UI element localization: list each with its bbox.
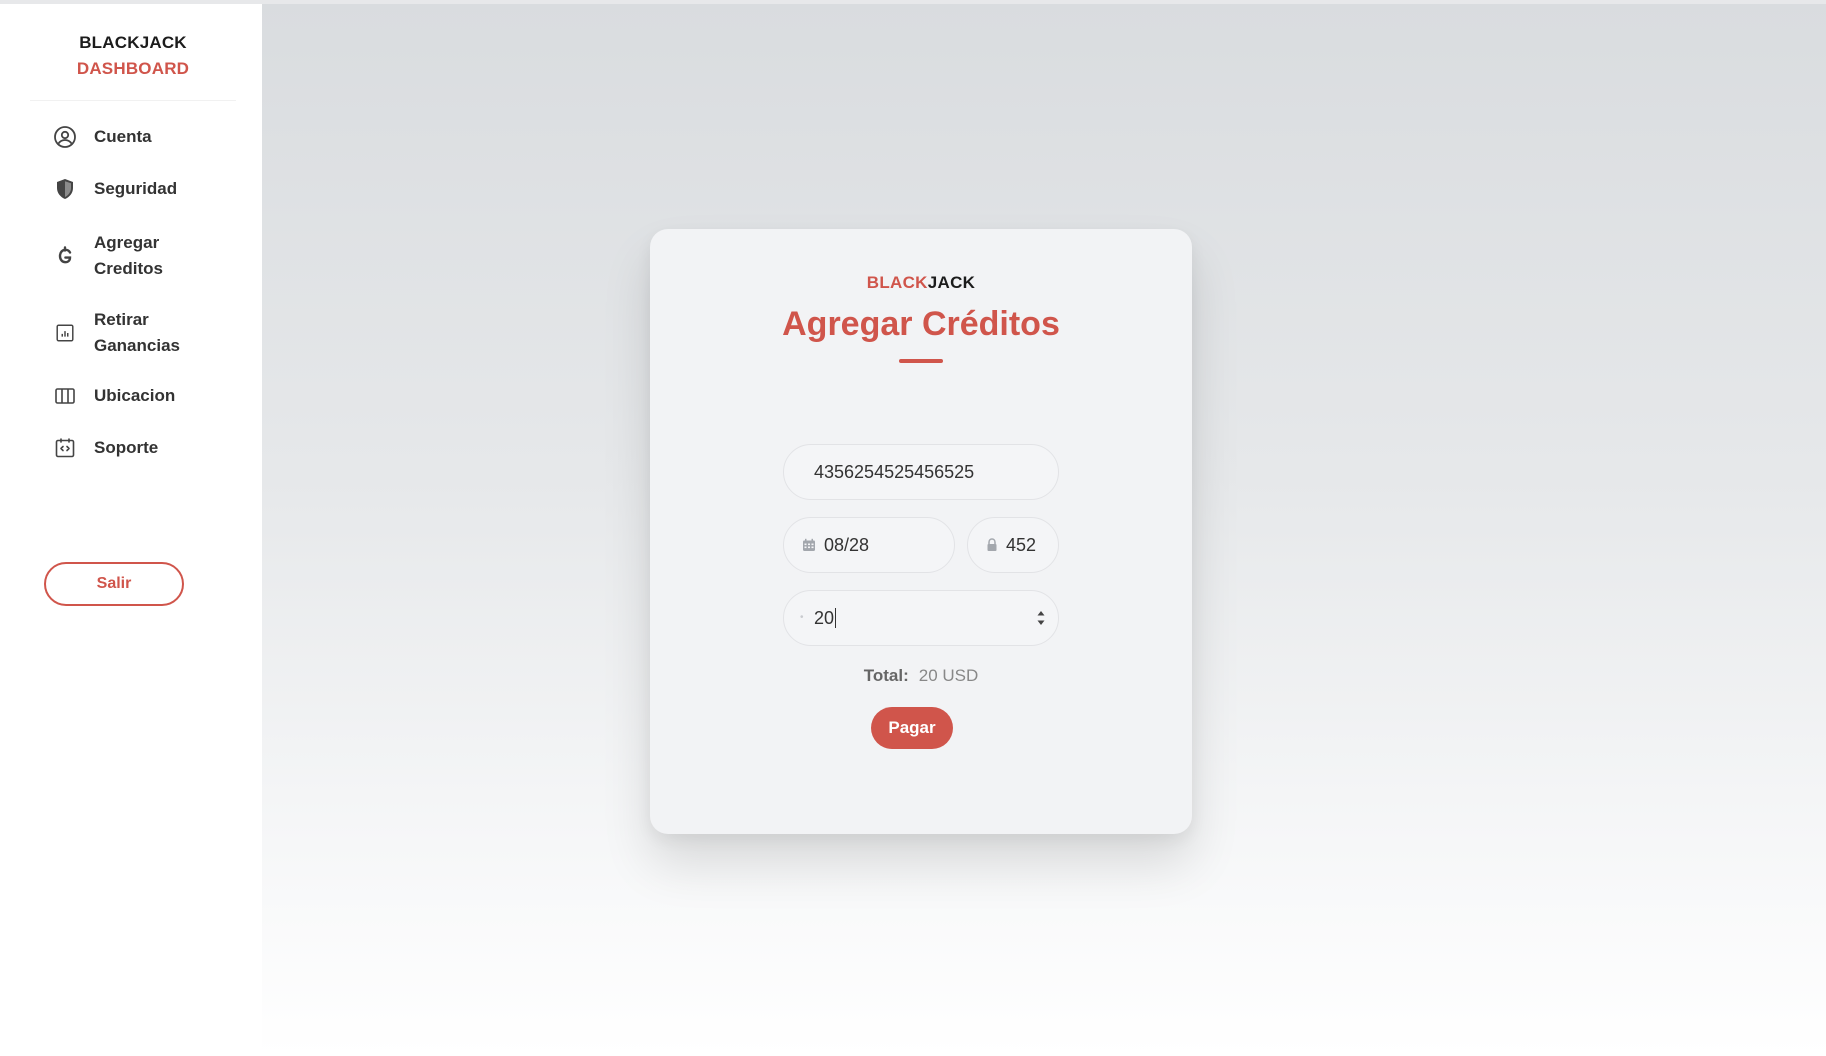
expiry-field[interactable] <box>783 517 955 573</box>
top-border <box>0 0 1826 4</box>
brand-line-1: BLACKJACK <box>79 33 187 52</box>
shield-icon <box>52 176 78 202</box>
map-icon <box>52 383 78 409</box>
title-underline <box>899 359 943 363</box>
add-credits-card: BLACKJACK Agregar Créditos 4356254525456… <box>650 229 1192 834</box>
currency-icon <box>52 243 78 269</box>
card-number-input[interactable] <box>812 460 1058 484</box>
sidebar-item-ubicacion[interactable]: Ubicacion <box>52 383 175 409</box>
currency-dot-icon: • <box>800 612 804 623</box>
sidebar-item-label: Soporte <box>94 438 159 457</box>
logout-button[interactable]: Salir <box>44 562 184 606</box>
chart-icon <box>52 320 78 346</box>
brand-red-part: BLACK <box>866 273 928 292</box>
page-title: Agregar Créditos <box>782 305 1060 343</box>
lock-icon <box>986 538 998 552</box>
sidebar-item-retirar-ganancias[interactable]: Retirar Ganancias <box>52 307 194 359</box>
label-line-1: Agregar <box>94 233 160 252</box>
sidebar-item-label: Seguridad <box>94 179 178 198</box>
amount-value[interactable]: 20 <box>814 608 834 629</box>
sidebar: BLACKJACK DASHBOARD Cuenta Seguridad Agr… <box>0 4 262 1056</box>
amount-field[interactable]: • 20 <box>783 590 1059 646</box>
cvv-field[interactable] <box>967 517 1059 573</box>
cvv-input[interactable] <box>1004 533 1058 557</box>
sidebar-item-label: Cuenta <box>94 127 152 146</box>
stepper-arrows-icon[interactable] <box>1036 609 1046 627</box>
user-circle-icon <box>52 124 78 150</box>
expiry-input[interactable] <box>822 533 954 557</box>
sidebar-item-agregar-creditos[interactable]: Agregar Creditos <box>52 230 194 282</box>
brand-dark-part: JACK <box>927 273 976 292</box>
total-line: Total: 20 USD <box>650 666 1192 686</box>
text-caret <box>835 608 837 628</box>
total-value: 20 USD <box>918 666 979 685</box>
pay-button[interactable]: Pagar <box>871 707 953 749</box>
app-root: BLACKJACK DASHBOARD Cuenta Seguridad Agr… <box>0 0 1826 1056</box>
card-brand: BLACKJACK <box>650 273 1192 293</box>
sidebar-item-label: Retirar Ganancias <box>94 307 194 359</box>
sidebar-item-seguridad[interactable]: Seguridad <box>52 176 177 202</box>
label-line-2: Ganancias <box>94 336 180 355</box>
brand-divider <box>30 100 236 101</box>
label-line-2: Creditos <box>94 259 163 278</box>
number-stepper[interactable] <box>1036 609 1046 627</box>
card-number-field[interactable] <box>783 444 1059 500</box>
total-label: Total: <box>863 666 909 685</box>
sidebar-item-label: Agregar Creditos <box>94 230 194 282</box>
sidebar-item-label: Ubicacion <box>94 386 176 405</box>
code-support-icon <box>52 435 78 461</box>
brand-line-2: DASHBOARD <box>76 59 190 78</box>
sidebar-item-soporte[interactable]: Soporte <box>52 435 158 461</box>
sidebar-brand: BLACKJACK DASHBOARD <box>0 30 266 82</box>
sidebar-item-cuenta[interactable]: Cuenta <box>52 124 152 150</box>
label-line-1: Retirar <box>94 310 149 329</box>
calendar-icon <box>802 538 816 552</box>
